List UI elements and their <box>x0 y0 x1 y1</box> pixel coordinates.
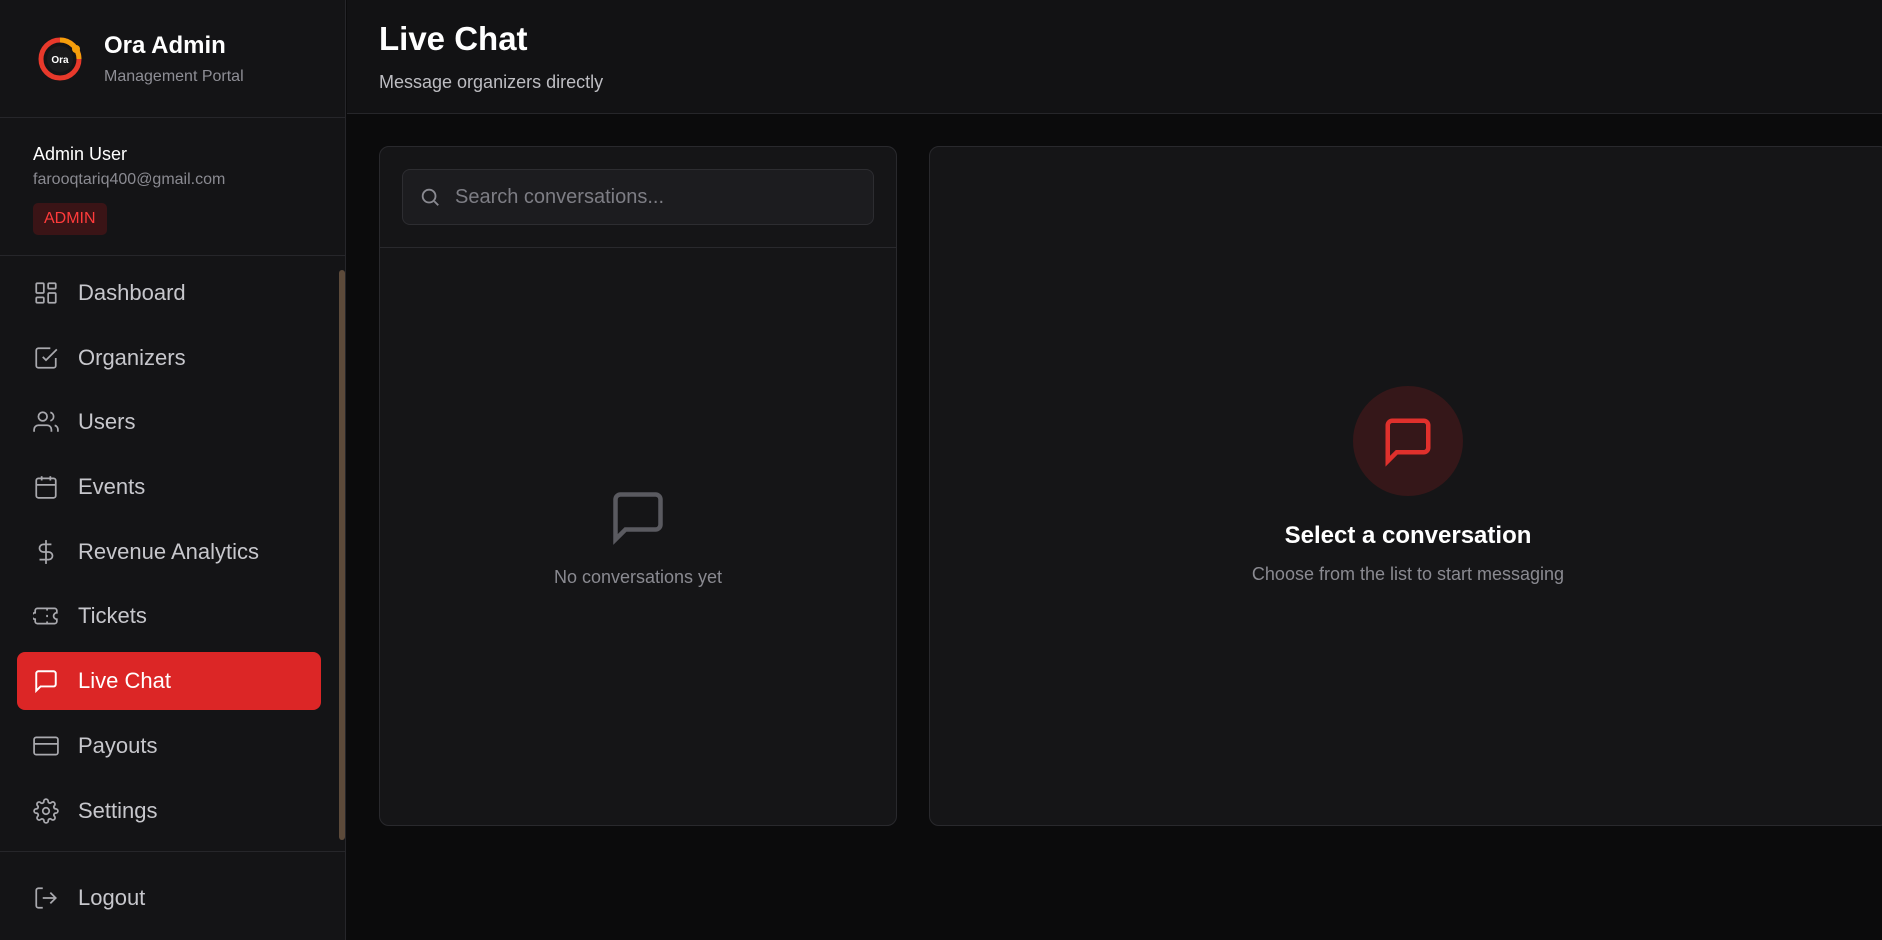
user-name: Admin User <box>33 144 128 164</box>
logout-button[interactable]: Logout <box>17 869 321 927</box>
sidebar-item-organizers[interactable]: Organizers <box>17 329 321 387</box>
sidebar-item-live-chat[interactable]: Live Chat <box>17 652 321 710</box>
brand-title: Ora Admin <box>104 31 226 59</box>
page-title: Live Chat <box>379 20 528 57</box>
empty-list-text: No conversations yet <box>553 567 723 587</box>
role-badge: ADMIN <box>33 203 107 235</box>
logo-text: Ora <box>51 55 69 66</box>
sidebar-item-events[interactable]: Events <box>17 458 321 516</box>
sidebar-item-label: Tickets <box>78 603 147 628</box>
sidebar-item-revenue-analytics[interactable]: Revenue Analytics <box>17 523 321 581</box>
conversation-list-panel: No conversations yet <box>379 146 897 826</box>
sidebar-item-settings[interactable]: Settings <box>17 782 321 840</box>
sidebar-scrollbar[interactable] <box>339 270 345 840</box>
logout-label: Logout <box>78 885 146 910</box>
sidebar-item-label: Events <box>78 474 146 499</box>
sidebar-item-payouts[interactable]: Payouts <box>17 717 321 775</box>
sidebar-item-label: Payouts <box>78 733 158 758</box>
chat-empty-title: Select a conversation <box>1284 522 1532 549</box>
search-section <box>380 147 896 248</box>
message-icon <box>613 492 663 545</box>
search-icon <box>421 188 439 206</box>
dollar-icon <box>38 540 54 564</box>
sidebar-item-label: Revenue Analytics <box>78 539 259 564</box>
message-icon <box>35 670 57 694</box>
check-square-icon <box>35 347 58 369</box>
ticket-icon <box>33 607 58 625</box>
user-email: farooqtariq400@gmail.com <box>33 171 226 188</box>
sidebar: Ora Ora Admin Management Portal Admin Us… <box>0 0 346 940</box>
sidebar-item-tickets[interactable]: Tickets <box>17 587 321 645</box>
user-card: Admin User farooqtariq400@gmail.com ADMI… <box>0 118 345 256</box>
gear-icon <box>33 798 59 824</box>
brand-subtitle: Management Portal <box>104 67 244 85</box>
sidebar-item-label: Live Chat <box>78 668 171 693</box>
ora-logo-icon: Ora <box>36 35 84 83</box>
search-input[interactable] <box>455 185 873 209</box>
brand-header: Ora Ora Admin Management Portal <box>0 0 345 118</box>
sidebar-footer: Logout <box>0 851 346 940</box>
dashboard-grid-icon <box>35 282 57 304</box>
logout-icon <box>35 887 57 909</box>
chat-empty-state: Select a conversation Choose from the li… <box>930 386 1882 585</box>
empty-conversation-list: No conversations yet <box>380 487 896 588</box>
brand-text: Ora Admin Management Portal <box>104 32 244 86</box>
sidebar-item-label: Organizers <box>78 345 186 370</box>
credit-card-icon <box>33 736 59 756</box>
page-subtitle: Message organizers directly <box>379 72 604 92</box>
sidebar-item-label: Users <box>78 409 136 434</box>
chat-icon-circle <box>1353 386 1463 496</box>
sidebar-item-users[interactable]: Users <box>17 393 321 451</box>
calendar-icon <box>35 476 57 499</box>
message-icon <box>1385 418 1431 467</box>
sidebar-item-label: Settings <box>78 798 158 823</box>
chat-empty-subtitle: Choose from the list to start messaging <box>1251 564 1565 584</box>
search-box[interactable] <box>402 169 874 225</box>
chat-panel: Select a conversation Choose from the li… <box>929 146 1882 826</box>
sidebar-item-label: Dashboard <box>78 280 186 305</box>
sidebar-item-dashboard[interactable]: Dashboard <box>17 264 321 322</box>
page-header: Live Chat Message organizers directly <box>347 0 1882 114</box>
users-icon <box>33 411 59 432</box>
